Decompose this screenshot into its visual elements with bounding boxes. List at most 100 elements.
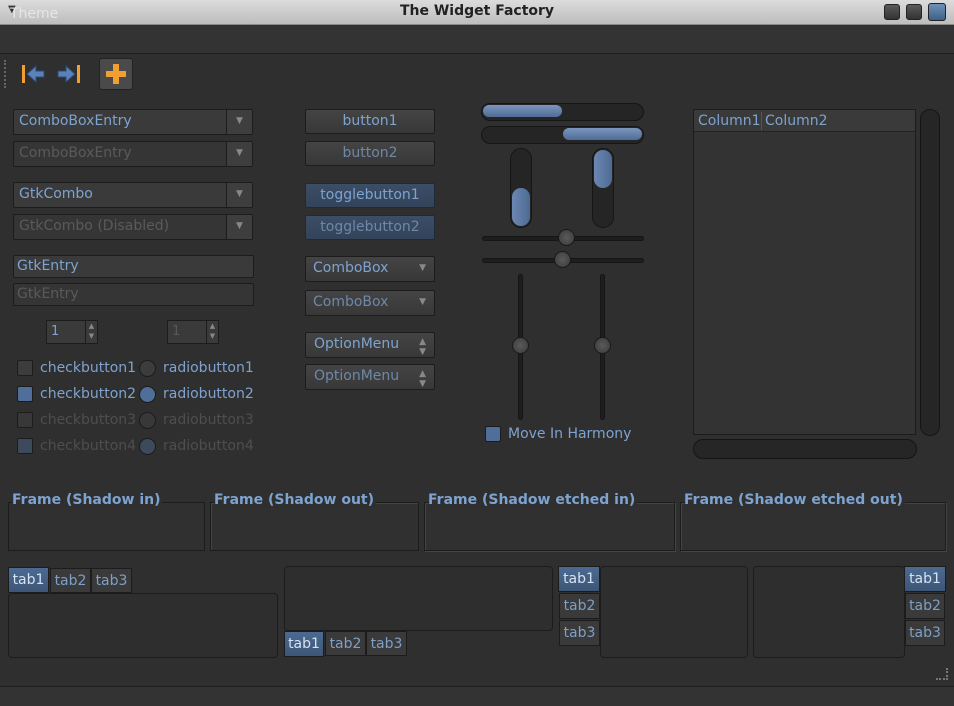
updown-icon: ▲ ▼ (419, 369, 426, 389)
toolbar-grip-icon[interactable] (4, 60, 8, 88)
gtkcombo-2-text: GtkCombo (Disabled) (19, 218, 170, 234)
button1[interactable]: button1 (305, 109, 435, 134)
move-in-harmony-label: Move In Harmony (508, 426, 632, 442)
window-title: The Widget Factory (399, 3, 555, 19)
column2-header[interactable]: Column2 (765, 113, 828, 129)
togglebutton2[interactable]: togglebutton2 (305, 215, 435, 240)
nb2-tab2[interactable]: tab2 (325, 631, 366, 656)
nb1-tab1[interactable]: tab1 (8, 567, 49, 593)
add-button[interactable] (99, 58, 133, 90)
column1-header[interactable]: Column1 (698, 113, 761, 129)
updown-icon: ▲ ▼ (419, 337, 426, 357)
gtkcombo-2-disabled: GtkCombo (Disabled) ▼ (13, 214, 253, 240)
move-in-harmony-check[interactable] (485, 426, 501, 442)
tree-view[interactable]: Column1 Column2 (693, 109, 916, 435)
frame-shadow-in (8, 502, 205, 551)
radiobutton4-label: radiobutton4 (163, 438, 254, 454)
optionmenu-2-label: OptionMenu (314, 368, 400, 384)
nb3-tab3[interactable]: tab3 (559, 620, 600, 646)
vscale-1-knob[interactable] (512, 337, 529, 354)
checkbutton2-label: checkbutton2 (40, 386, 137, 402)
nb4-tab2[interactable]: tab2 (905, 593, 945, 619)
progressbar-v1 (510, 148, 532, 228)
hscale-1-knob[interactable] (558, 229, 575, 246)
nb1-tab3[interactable]: tab3 (91, 568, 132, 593)
forward-button[interactable] (52, 58, 86, 90)
spin-arrows-icon[interactable]: ▲ ▼ (85, 321, 97, 343)
radiobutton1[interactable] (139, 360, 156, 377)
radiobutton2-label: radiobutton2 (163, 386, 254, 402)
button2[interactable]: button2 (305, 141, 435, 166)
nb4-tab3[interactable]: tab3 (905, 620, 945, 646)
progressbar-h1 (481, 103, 644, 121)
nb3-tab1[interactable]: tab1 (558, 566, 600, 592)
optionmenu-1-label: OptionMenu (314, 336, 400, 352)
nb1-panel (8, 593, 278, 658)
nb3-panel (600, 566, 748, 658)
checkbutton3-disabled (17, 412, 33, 428)
menu-theme[interactable]: Theme (10, 6, 58, 22)
progressbar-v1-fill (512, 188, 530, 226)
comboboxentry-2-text: ComboBoxEntry (19, 145, 132, 161)
progressbar-v2-fill (594, 150, 612, 188)
gtkentry-2-disabled: GtkEntry (13, 283, 254, 306)
nb2-tab3[interactable]: tab3 (366, 631, 407, 656)
nb1-tab2[interactable]: tab2 (50, 568, 91, 593)
frame-shadow-etched-in-label: Frame (Shadow etched in) (428, 492, 638, 508)
combobox-1-label: ComboBox (313, 260, 389, 276)
comboboxentry-1-text: ComboBoxEntry (19, 113, 132, 129)
hscale-2-knob[interactable] (554, 251, 571, 268)
minimize-button[interactable] (884, 4, 900, 20)
checkbutton4-disabled (17, 438, 33, 454)
optionmenu-2[interactable]: OptionMenu ▲ ▼ (305, 364, 435, 390)
optionmenu-1[interactable]: OptionMenu ▲ ▼ (305, 332, 435, 358)
chevron-down-icon: ▼ (419, 263, 426, 273)
nb2-tab1[interactable]: tab1 (284, 631, 324, 657)
progressbar-v2 (592, 148, 614, 228)
combobox-2[interactable]: ComboBox ▼ (305, 290, 435, 316)
tree-vscrollbar[interactable] (920, 109, 940, 436)
menubar (0, 26, 954, 54)
arrow-left-icon (22, 64, 45, 84)
nb4-tab1[interactable]: tab1 (904, 566, 946, 592)
combobox-2-label: ComboBox (313, 294, 389, 310)
checkbutton1[interactable] (17, 360, 33, 376)
spinbutton-2-value: 1 (172, 324, 181, 339)
close-button[interactable] (928, 3, 946, 21)
checkbutton2[interactable] (17, 386, 33, 402)
spin-arrows-icon: ▲ ▼ (206, 321, 218, 343)
tree-hscrollbar[interactable] (693, 439, 917, 459)
frame-shadow-etched-in (424, 502, 675, 551)
back-button[interactable] (16, 58, 50, 90)
checkbutton1-label: checkbutton1 (40, 360, 137, 376)
frame-shadow-out (210, 502, 419, 551)
chevron-down-icon: ▼ (419, 297, 426, 307)
checkbutton4-label: checkbutton4 (40, 438, 137, 454)
chevron-down-icon[interactable]: ▼ (226, 183, 252, 207)
chevron-down-icon: ▼ (226, 142, 252, 166)
maximize-button[interactable] (906, 4, 922, 20)
frame-shadow-out-label: Frame (Shadow out) (214, 492, 376, 508)
spinbutton-1-value: 1 (51, 324, 60, 339)
progressbar-h2-fill (563, 128, 642, 140)
checkbutton3-label: checkbutton3 (40, 412, 137, 428)
togglebutton1[interactable]: togglebutton1 (305, 183, 435, 208)
frame-shadow-in-label: Frame (Shadow in) (12, 492, 163, 508)
gtkentry-1[interactable]: GtkEntry (13, 255, 254, 278)
vscale-2-knob[interactable] (594, 337, 611, 354)
comboboxentry-1[interactable]: ComboBoxEntry ▼ (13, 109, 253, 135)
toolbar (0, 55, 954, 95)
tree-header: Column1 Column2 (694, 110, 915, 132)
resize-grip-icon[interactable] (936, 668, 948, 680)
chevron-down-icon[interactable]: ▼ (226, 110, 252, 134)
combobox-1[interactable]: ComboBox ▼ (305, 256, 435, 282)
nb4-panel (753, 566, 905, 658)
radiobutton2[interactable] (139, 386, 156, 403)
progressbar-h1-fill (483, 105, 562, 117)
radiobutton3-disabled (139, 412, 156, 429)
frame-shadow-etched-out-label: Frame (Shadow etched out) (684, 492, 905, 508)
spinbutton-1[interactable]: 1 ▲ ▼ (46, 320, 98, 344)
nb3-tab2[interactable]: tab2 (559, 593, 600, 619)
spinbutton-2-disabled: 1 ▲ ▼ (167, 320, 219, 344)
gtkcombo-1[interactable]: GtkCombo ▼ (13, 182, 253, 208)
